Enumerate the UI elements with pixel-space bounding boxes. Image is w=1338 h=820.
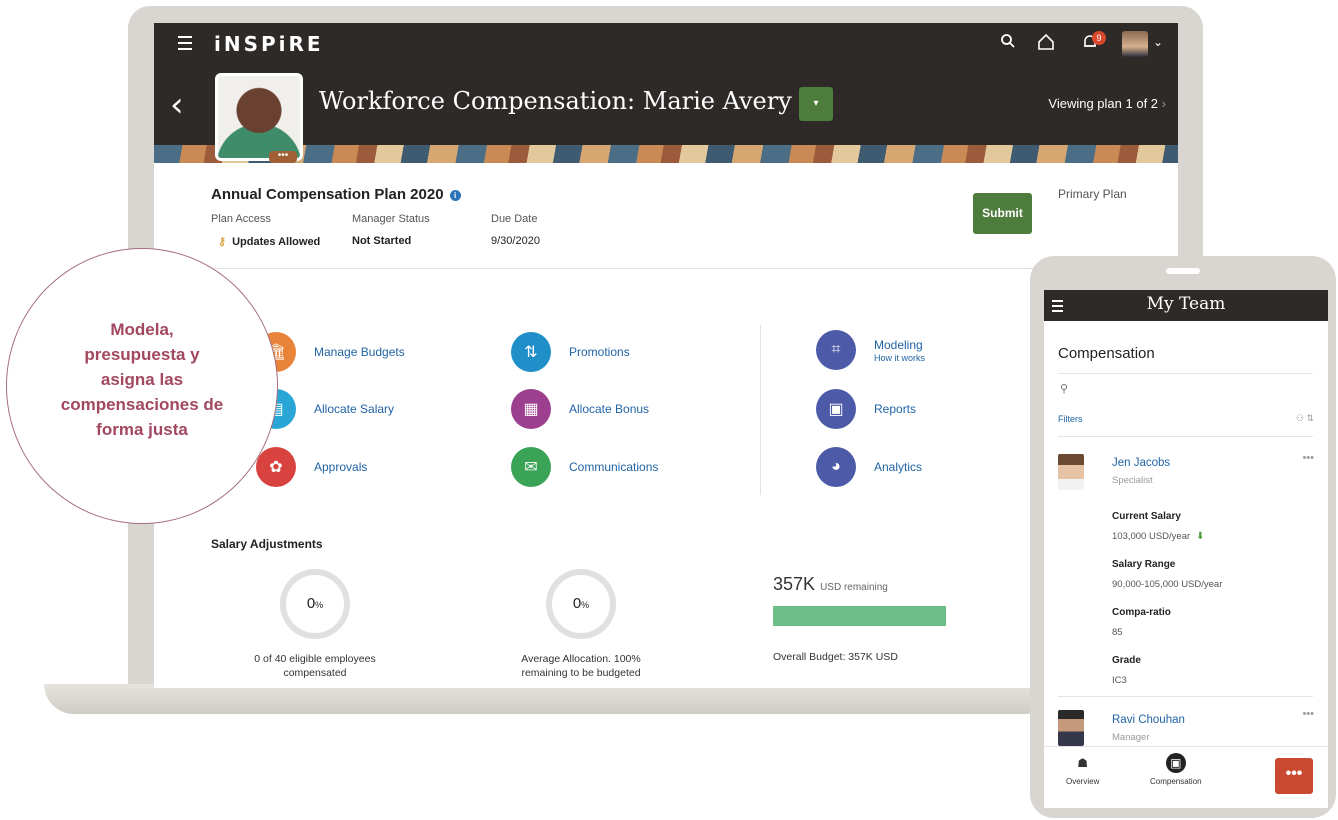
notifications-bell-icon[interactable]: 9 bbox=[1078, 31, 1106, 57]
plan-access-value: ⚷ Updates Allowed bbox=[218, 236, 321, 248]
page-title: Workforce Compensation: Marie Avery bbox=[319, 87, 792, 115]
field-label: Compa-ratio bbox=[1112, 607, 1171, 618]
phone-frame: My Team Compensation ⚲ Filters ⚇ ⇅ Jen J… bbox=[1030, 256, 1336, 818]
plan-summary: Annual Compensation Plan 2020 i Plan Acce… bbox=[154, 163, 1178, 269]
divider bbox=[1058, 373, 1313, 374]
nav-overview[interactable]: ☗ Overview bbox=[1066, 753, 1099, 786]
compensation-icon: ▣ bbox=[1165, 753, 1186, 773]
chevron-right-icon: › bbox=[1161, 96, 1166, 111]
sort-icon[interactable]: ⚇ ⇅ bbox=[1296, 413, 1314, 424]
employee-role: Specialist bbox=[1112, 475, 1153, 486]
overall-budget-caption: Overall Budget: 357K USD bbox=[773, 651, 898, 663]
callout-bubble: Modela, presupuesta y asigna las compens… bbox=[6, 248, 278, 524]
employee-name-link[interactable]: Jen Jacobs bbox=[1112, 457, 1170, 469]
employee-role: Manager bbox=[1112, 732, 1150, 743]
mobile-top-bar: My Team bbox=[1044, 290, 1328, 321]
budget-progress-fill bbox=[773, 606, 946, 626]
employees-compensated-ring: 0% bbox=[280, 569, 350, 639]
notification-badge: 9 bbox=[1092, 31, 1106, 45]
callout-text: Modela, presupuesta y asigna las compens… bbox=[60, 320, 224, 439]
search-icon[interactable] bbox=[996, 33, 1020, 57]
manager-status-value: Not Started bbox=[352, 235, 412, 247]
decorative-banner bbox=[154, 145, 1178, 163]
tile-promotions[interactable]: ⇅ Promotions bbox=[511, 332, 630, 372]
how-it-works-link[interactable]: How it works bbox=[874, 353, 925, 363]
avatar bbox=[1058, 454, 1084, 490]
divider bbox=[1058, 696, 1313, 697]
field-value: 103,000 USD/year ⬇ bbox=[1112, 531, 1205, 542]
field-label: Current Salary bbox=[1112, 511, 1181, 522]
field-label: Grade bbox=[1112, 655, 1141, 666]
hamburger-menu-icon[interactable] bbox=[178, 36, 194, 50]
more-icon[interactable]: ••• bbox=[1302, 452, 1314, 464]
viewing-plan-link[interactable]: Viewing plan 1 of 2 › bbox=[1048, 96, 1166, 111]
tile-reports[interactable]: ▣ Reports bbox=[816, 389, 916, 429]
field-value: 90,000-105,000 USD/year bbox=[1112, 579, 1223, 590]
laptop-screen: iNSPiRE 9 ⌄ ‹ ••• Workforce Compensation… bbox=[154, 23, 1178, 688]
tile-communications[interactable]: ✉ Communications bbox=[511, 447, 658, 487]
arrow-down-icon: ⬇ bbox=[1196, 531, 1205, 542]
info-icon[interactable]: i bbox=[449, 190, 461, 201]
submit-button[interactable]: Submit bbox=[973, 193, 1032, 234]
employee-photo bbox=[215, 73, 303, 161]
avatar bbox=[1058, 710, 1084, 746]
tile-analytics[interactable]: ◕ Analytics bbox=[816, 447, 922, 487]
due-date-label: Due Date bbox=[491, 213, 538, 225]
search-icon[interactable]: ⚲ bbox=[1060, 382, 1068, 395]
back-chevron-icon[interactable]: ‹ bbox=[170, 85, 184, 125]
primary-plan-label: Primary Plan bbox=[1058, 187, 1127, 201]
salary-adjustments-title: Salary Adjustments bbox=[211, 537, 323, 551]
filters-link[interactable]: Filters bbox=[1058, 414, 1083, 424]
chat-icon[interactable]: ••• bbox=[1275, 758, 1313, 794]
phone-screen: My Team Compensation ⚲ Filters ⚇ ⇅ Jen J… bbox=[1044, 290, 1328, 808]
plan-title: Annual Compensation Plan 2020 i bbox=[211, 186, 461, 203]
page: iNSPiRE 9 ⌄ ‹ ••• Workforce Compensation… bbox=[0, 0, 1338, 820]
tile-manage-budgets[interactable]: 🏛 Manage Budgets bbox=[256, 332, 405, 372]
modeling-icon: ⌗ bbox=[816, 330, 856, 370]
report-icon: ▣ bbox=[816, 389, 856, 429]
laptop-base bbox=[44, 684, 1054, 714]
field-value: IC3 bbox=[1112, 675, 1127, 686]
nav-compensation[interactable]: ▣ Compensation bbox=[1150, 753, 1202, 786]
home-icon[interactable] bbox=[1034, 33, 1058, 57]
approvals-icon: ✿ bbox=[256, 447, 296, 487]
manager-status-label: Manager Status bbox=[352, 213, 430, 225]
field-label: Salary Range bbox=[1112, 559, 1176, 570]
envelope-icon: ✉ bbox=[511, 447, 551, 487]
chevron-down-icon[interactable]: ⌄ bbox=[1153, 35, 1163, 49]
more-icon[interactable]: ••• bbox=[269, 151, 297, 163]
tile-allocate-bonus[interactable]: ▦ Allocate Bonus bbox=[511, 389, 649, 429]
key-icon: ⚷ bbox=[218, 236, 227, 248]
budget-progress-bar bbox=[773, 606, 946, 626]
tile-approvals[interactable]: ✿ Approvals bbox=[256, 447, 367, 487]
budget-remaining: 357K USD remaining bbox=[773, 574, 888, 594]
average-allocation-ring: 0% bbox=[546, 569, 616, 639]
brand-logo[interactable]: iNSPiRE bbox=[214, 32, 324, 56]
employee-name-link[interactable]: Ravi Chouhan bbox=[1112, 714, 1185, 726]
user-avatar[interactable] bbox=[1122, 31, 1148, 57]
divider bbox=[760, 325, 761, 495]
more-icon[interactable]: ••• bbox=[1302, 708, 1314, 720]
tile-modeling[interactable]: ⌗ Modeling How it works bbox=[816, 330, 925, 370]
plan-dropdown-button[interactable]: ▾ bbox=[799, 87, 833, 121]
page-header: ‹ ••• Workforce Compensation: Marie Aver… bbox=[154, 67, 1178, 163]
field-value: 85 bbox=[1112, 627, 1123, 638]
average-allocation-caption: Average Allocation. 100% remaining to be … bbox=[521, 653, 641, 679]
overview-icon: ☗ bbox=[1077, 756, 1089, 770]
divider bbox=[1058, 436, 1313, 437]
pie-chart-icon: ◕ bbox=[816, 447, 856, 487]
plan-access-label: Plan Access bbox=[211, 213, 271, 225]
mobile-title: My Team bbox=[1146, 294, 1226, 314]
employees-compensated-caption: 0 of 40 eligible employees compensated bbox=[254, 653, 376, 679]
phone-speaker bbox=[1166, 268, 1200, 274]
bonus-icon: ▦ bbox=[511, 389, 551, 429]
compensation-heading: Compensation bbox=[1058, 345, 1155, 362]
promotion-icon: ⇅ bbox=[511, 332, 551, 372]
due-date-value: 9/30/2020 bbox=[491, 235, 540, 247]
top-bar: iNSPiRE 9 ⌄ bbox=[154, 23, 1178, 67]
